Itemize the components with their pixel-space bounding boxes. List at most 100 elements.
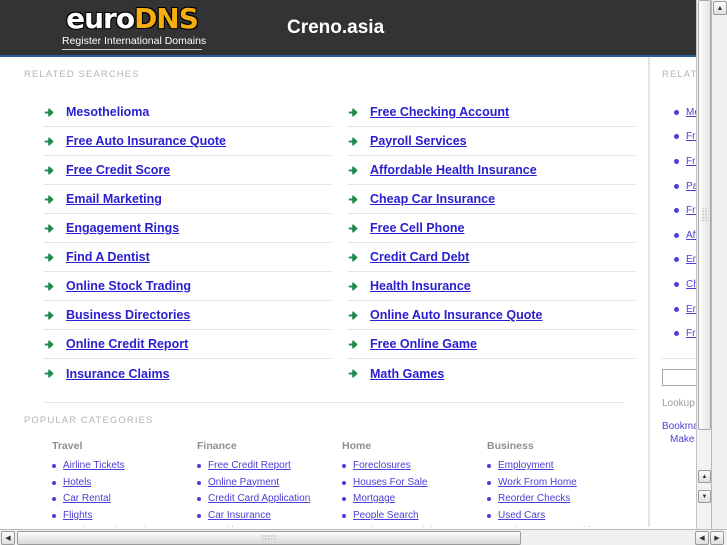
category-link[interactable]: Health Insurance — [208, 524, 284, 527]
category-link[interactable]: Hotels — [63, 475, 91, 492]
related-search-item[interactable]: Free Online Game — [348, 330, 636, 359]
category-list-item[interactable]: Business Opportunities — [487, 524, 632, 527]
related-search-item[interactable]: Mesothelioma — [44, 98, 332, 127]
category-link[interactable]: People Search — [353, 508, 419, 525]
category-link[interactable]: Credit Card Application — [208, 491, 310, 508]
related-search-link[interactable]: Affordable Health Insurance — [370, 163, 537, 177]
category-link[interactable]: Flights — [63, 508, 92, 525]
arrow-bullet-icon — [44, 338, 57, 351]
category-list-item[interactable]: Hotels — [52, 475, 197, 492]
category-link[interactable]: Employment — [498, 458, 554, 475]
related-search-link[interactable]: Free Checking Account — [370, 105, 509, 119]
category-link[interactable]: Foreclosures — [353, 458, 411, 475]
related-search-item[interactable]: Find A Dentist — [44, 243, 332, 272]
category-list-item[interactable]: Airline Tickets — [52, 458, 197, 475]
eurodns-logo[interactable]: euroDNS Register International Domains — [62, 4, 206, 50]
page-vertical-scroll-thumb[interactable] — [698, 0, 711, 430]
related-search-item[interactable]: Online Stock Trading — [44, 272, 332, 301]
related-search-item[interactable]: Payroll Services — [348, 127, 636, 156]
category-link[interactable]: Online Payment — [208, 475, 279, 492]
related-search-item[interactable]: Math Games — [348, 359, 636, 388]
category-column: Travel Airline Tickets Hotels Car Rental Fli… — [52, 440, 197, 527]
related-search-link[interactable]: Online Credit Report — [66, 337, 188, 351]
related-search-item[interactable]: Online Credit Report — [44, 330, 332, 359]
page-vertical-scrollbar[interactable]: ▲ ▼ — [696, 0, 711, 529]
category-link[interactable]: Reorder Checks — [498, 491, 570, 508]
related-search-link[interactable]: Free Online Game — [370, 337, 477, 351]
related-search-link[interactable]: Business Directories — [66, 308, 190, 322]
window-horizontal-scrollbar[interactable]: ◀ ◀ ▶ — [0, 529, 727, 545]
related-search-item[interactable]: Cheap Car Insurance — [348, 185, 636, 214]
category-link[interactable]: Airline Tickets — [63, 458, 125, 475]
window-scroll-up-button[interactable]: ▲ — [713, 1, 727, 15]
category-link[interactable]: Mortgage — [353, 491, 395, 508]
category-list-item[interactable]: South Beach Hotels — [52, 524, 197, 527]
category-link[interactable]: Business Opportunities — [498, 524, 601, 527]
window-horizontal-scroll-thumb[interactable] — [17, 531, 521, 545]
related-search-link[interactable]: Health Insurance — [370, 279, 471, 293]
related-search-item[interactable]: Health Insurance — [348, 272, 636, 301]
window-scroll-left-button[interactable]: ◀ — [1, 531, 15, 545]
scroll-grip-icon — [261, 534, 277, 542]
related-search-link[interactable]: Payroll Services — [370, 134, 467, 148]
category-list-item[interactable]: Real Estate Training — [342, 524, 487, 527]
related-search-link[interactable]: Engagement Rings — [66, 221, 179, 235]
related-search-link[interactable]: Credit Card Debt — [370, 250, 469, 264]
dot-bullet-icon — [342, 464, 346, 469]
related-search-link[interactable]: Insurance Claims — [66, 367, 170, 381]
category-link[interactable]: Houses For Sale — [353, 475, 427, 492]
related-search-item[interactable]: Email Marketing — [44, 185, 332, 214]
category-list-item[interactable]: Free Credit Report — [197, 458, 342, 475]
scroll-grip-icon — [701, 207, 708, 223]
related-search-item[interactable]: Business Directories — [44, 301, 332, 330]
category-link[interactable]: Real Estate Training — [353, 524, 443, 527]
category-list-item[interactable]: Reorder Checks — [487, 491, 632, 508]
related-search-item[interactable]: Free Credit Score — [44, 156, 332, 185]
category-link[interactable]: Car Rental — [63, 491, 111, 508]
related-search-link[interactable]: Find A Dentist — [66, 250, 150, 264]
category-list-item[interactable]: Online Payment — [197, 475, 342, 492]
page-scroll-down-button[interactable]: ▼ — [698, 490, 711, 503]
category-column: Business Employment Work From Home Reorder … — [487, 440, 632, 527]
related-search-link[interactable]: Mesothelioma — [66, 105, 149, 119]
related-search-item[interactable]: Free Checking Account — [348, 98, 636, 127]
category-list-item[interactable]: Health Insurance — [197, 524, 342, 527]
related-search-item[interactable]: Insurance Claims — [44, 359, 332, 388]
category-link[interactable]: South Beach Hotels — [63, 524, 151, 527]
category-link[interactable]: Used Cars — [498, 508, 545, 525]
related-search-link[interactable]: Free Auto Insurance Quote — [66, 134, 226, 148]
category-list-item[interactable]: Used Cars — [487, 508, 632, 525]
related-search-link[interactable]: Online Stock Trading — [66, 279, 191, 293]
category-heading: Home — [342, 440, 372, 452]
window-vertical-scrollbar[interactable]: ▲ — [711, 0, 727, 529]
window-scroll-right-button[interactable]: ▶ — [710, 531, 724, 545]
related-search-link[interactable]: Online Auto Insurance Quote — [370, 308, 542, 322]
category-list-item[interactable]: Flights — [52, 508, 197, 525]
related-search-link[interactable]: Free Cell Phone — [370, 221, 464, 235]
category-list-item[interactable]: Mortgage — [342, 491, 487, 508]
category-link[interactable]: Car Insurance — [208, 508, 271, 525]
category-list-item[interactable]: Work From Home — [487, 475, 632, 492]
category-link[interactable]: Work From Home — [498, 475, 577, 492]
related-search-item[interactable]: Engagement Rings — [44, 214, 332, 243]
related-search-link[interactable]: Cheap Car Insurance — [370, 192, 495, 206]
related-search-link[interactable]: Math Games — [370, 367, 444, 381]
category-link[interactable]: Free Credit Report — [208, 458, 291, 475]
related-search-link[interactable]: Email Marketing — [66, 192, 162, 206]
window-scroll-left-button-2[interactable]: ◀ — [695, 531, 709, 545]
category-list-item[interactable]: Employment — [487, 458, 632, 475]
category-list-item[interactable]: People Search — [342, 508, 487, 525]
related-search-link[interactable]: Free Credit Score — [66, 163, 170, 177]
category-list-item[interactable]: Car Insurance — [197, 508, 342, 525]
related-search-item[interactable]: Online Auto Insurance Quote — [348, 301, 636, 330]
arrow-bullet-icon — [44, 193, 57, 206]
related-search-item[interactable]: Free Cell Phone — [348, 214, 636, 243]
category-list-item[interactable]: Car Rental — [52, 491, 197, 508]
related-search-item[interactable]: Free Auto Insurance Quote — [44, 127, 332, 156]
page-scroll-up-button[interactable]: ▲ — [698, 470, 711, 483]
category-list-item[interactable]: Credit Card Application — [197, 491, 342, 508]
related-search-item[interactable]: Credit Card Debt — [348, 243, 636, 272]
category-list-item[interactable]: Foreclosures — [342, 458, 487, 475]
related-search-item[interactable]: Affordable Health Insurance — [348, 156, 636, 185]
category-list-item[interactable]: Houses For Sale — [342, 475, 487, 492]
